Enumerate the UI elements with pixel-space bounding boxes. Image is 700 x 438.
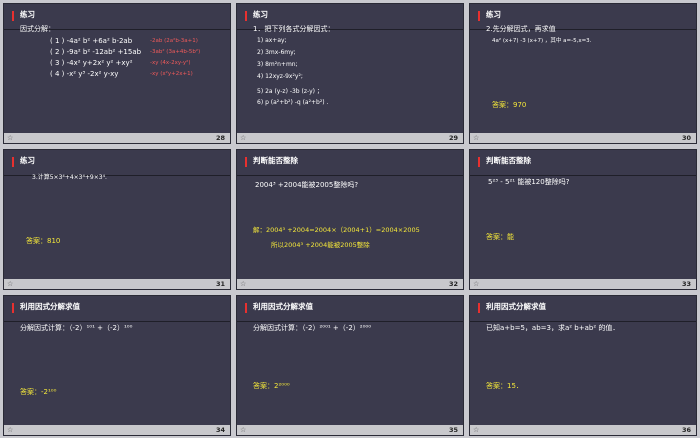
question-text: 2004³ +2004能被2005整除吗? [255,181,359,189]
slide-footer: ☆ 32 [237,279,463,289]
slide-thumbnail-35[interactable]: 利用因式分解求值 分解因式计算：（-2）²⁰⁰¹ +（-2）²⁰⁰⁰ 答案：2²… [236,295,464,436]
exercise-item: 2) 3mx-6my; [257,49,296,56]
exercise-answer: -xy (x²y+2x+1) [150,71,193,77]
slide-thumbnail-28[interactable]: 练习 因式分解： ( 1 ) -4a² b² +6a² b-2ab -2ab (… [3,3,231,144]
star-icon[interactable]: ☆ [240,133,246,143]
exercise-item: 1) ax+ay; [257,37,287,44]
slide-header: 利用因式分解求值 [4,296,230,323]
slide-title: 练习 [20,10,35,19]
title-accent-bar [245,303,247,313]
slide-footer: ☆ 28 [4,133,230,143]
slide-thumbnail-30[interactable]: 练习 2.先分解因式，再求值 4a² (x+7) -3 (x+7) ，其中 a=… [469,3,697,144]
slide-number: 32 [448,280,458,288]
title-accent-bar [245,11,247,21]
solution-line: 所以2004³ +2004能被2005整除 [271,241,370,249]
slide-header: 判断能否整除 [237,150,463,177]
title-accent-bar [12,303,14,313]
slide-header: 利用因式分解求值 [237,296,463,323]
slide-thumbnail-29[interactable]: 练习 1．把下列各式分解因式： 1) ax+ay; 2) 3mx-6my; 3)… [236,3,464,144]
slide-header: 利用因式分解求值 [470,296,696,323]
slide-number: 36 [681,426,691,434]
slide-thumbnail-31[interactable]: 练习 3.计算5×3⁴+4×3⁴+9×3⁴. 答案：810 ☆ 31 [3,149,231,290]
header-divider [237,175,463,176]
star-icon[interactable]: ☆ [473,133,479,143]
slide-header: 判断能否整除 [470,150,696,177]
exercise-answer: -2ab (2a²b-3a+1) [150,38,198,44]
header-divider [470,175,696,176]
slide-footer: ☆ 34 [4,425,230,435]
exercise-item: ( 1 ) -4a² b² +6a² b-2ab [50,37,133,45]
star-icon[interactable]: ☆ [240,425,246,435]
slide-title: 利用因式分解求值 [486,302,546,311]
slide-title: 练习 [20,156,35,165]
question-text: 分解因式计算：（-2）¹⁰¹ +（-2）¹⁰⁰ [20,324,133,332]
slide-number: 28 [215,134,225,142]
question-text: 已知a+b=5，ab=3，求a² b+ab² 的值． [486,324,620,332]
star-icon[interactable]: ☆ [7,425,13,435]
title-accent-bar [478,157,480,167]
title-accent-bar [12,157,14,167]
slide-footer: ☆ 30 [470,133,696,143]
title-accent-bar [478,11,480,21]
exercise-item: ( 4 ) -x² y³ -2x² y-xy [50,70,119,78]
slide-title: 判断能否整除 [486,156,531,165]
title-accent-bar [478,303,480,313]
answer-text: 答案：15． [486,382,523,390]
star-icon[interactable]: ☆ [473,425,479,435]
star-icon[interactable]: ☆ [240,279,246,289]
slide-number: 33 [681,280,691,288]
answer-text: 答案：2²⁰⁰⁰ [253,382,290,390]
star-icon[interactable]: ☆ [7,279,13,289]
slide-title: 练习 [486,10,501,19]
exercise-item: ( 2 ) -9a² b² -12ab² +15ab [50,48,142,56]
title-accent-bar [245,157,247,167]
title-accent-bar [12,11,14,21]
problem-text: 4a² (x+7) -3 (x+7) ，其中 a=-5,x=3. [492,38,592,44]
exercise-item: 3) 8m²n+mn; [257,61,298,68]
slide-thumbnail-32[interactable]: 判断能否整除 2004³ +2004能被2005整除吗? 解：2004³ +20… [236,149,464,290]
slide-number: 34 [215,426,225,434]
star-icon[interactable]: ☆ [7,133,13,143]
exercise-item: ( 3 ) -4x² y+2x² y² +xy² [50,59,133,67]
slide-footer: ☆ 35 [237,425,463,435]
slide-footer: ☆ 29 [237,133,463,143]
slide-number: 29 [448,134,458,142]
slide-number: 30 [681,134,691,142]
problem-text: 3.计算5×3⁴+4×3⁴+9×3⁴. [32,174,107,181]
slide-thumbnail-34[interactable]: 利用因式分解求值 分解因式计算：（-2）¹⁰¹ +（-2）¹⁰⁰ 答案：-2¹⁰… [3,295,231,436]
header-divider [4,321,230,322]
answer-text: 答案：810 [26,237,61,245]
slide-heading: 2.先分解因式，再求值 [486,25,556,33]
slide-title: 练习 [253,10,268,19]
solution-line: 解：2004³ +2004=2004×（2004+1）=2004×2005 [253,226,420,234]
slide-heading: 因式分解： [20,25,55,33]
slide-title: 利用因式分解求值 [20,302,80,311]
slide-thumbnail-33[interactable]: 判断能否整除 5²³ - 5²¹ 能被120整除吗? 答案：能 ☆ 33 [469,149,697,290]
exercise-answer: -xy (4x-2xy-y²) [150,60,191,66]
slide-title: 判断能否整除 [253,156,298,165]
slide-thumbnail-36[interactable]: 利用因式分解求值 已知a+b=5，ab=3，求a² b+ab² 的值． 答案：1… [469,295,697,436]
slide-heading: 1．把下列各式分解因式： [253,25,335,33]
answer-text: 答案：-2¹⁰⁰ [20,388,57,396]
exercise-item: 6) p (a²+b²) -q (a²+b²) . [257,99,329,106]
header-divider [237,321,463,322]
slide-number: 35 [448,426,458,434]
slide-number: 31 [215,280,225,288]
answer-text: 答案：能 [486,233,514,241]
exercise-item: 5) 2a (y-z) -3b (z-y) ； [257,88,323,95]
exercise-answer: -3ab² (3a+4b-5b²) [150,49,201,55]
exercise-item: 4) 12xyz-9x²y²; [257,73,303,80]
header-divider [470,321,696,322]
slide-footer: ☆ 36 [470,425,696,435]
star-icon[interactable]: ☆ [473,279,479,289]
slide-title: 利用因式分解求值 [253,302,313,311]
answer-text: 答案：970 [492,101,527,109]
question-text: 分解因式计算：（-2）²⁰⁰¹ +（-2）²⁰⁰⁰ [253,324,371,332]
question-text: 5²³ - 5²¹ 能被120整除吗? [488,178,570,186]
slide-footer: ☆ 33 [470,279,696,289]
slide-footer: ☆ 31 [4,279,230,289]
